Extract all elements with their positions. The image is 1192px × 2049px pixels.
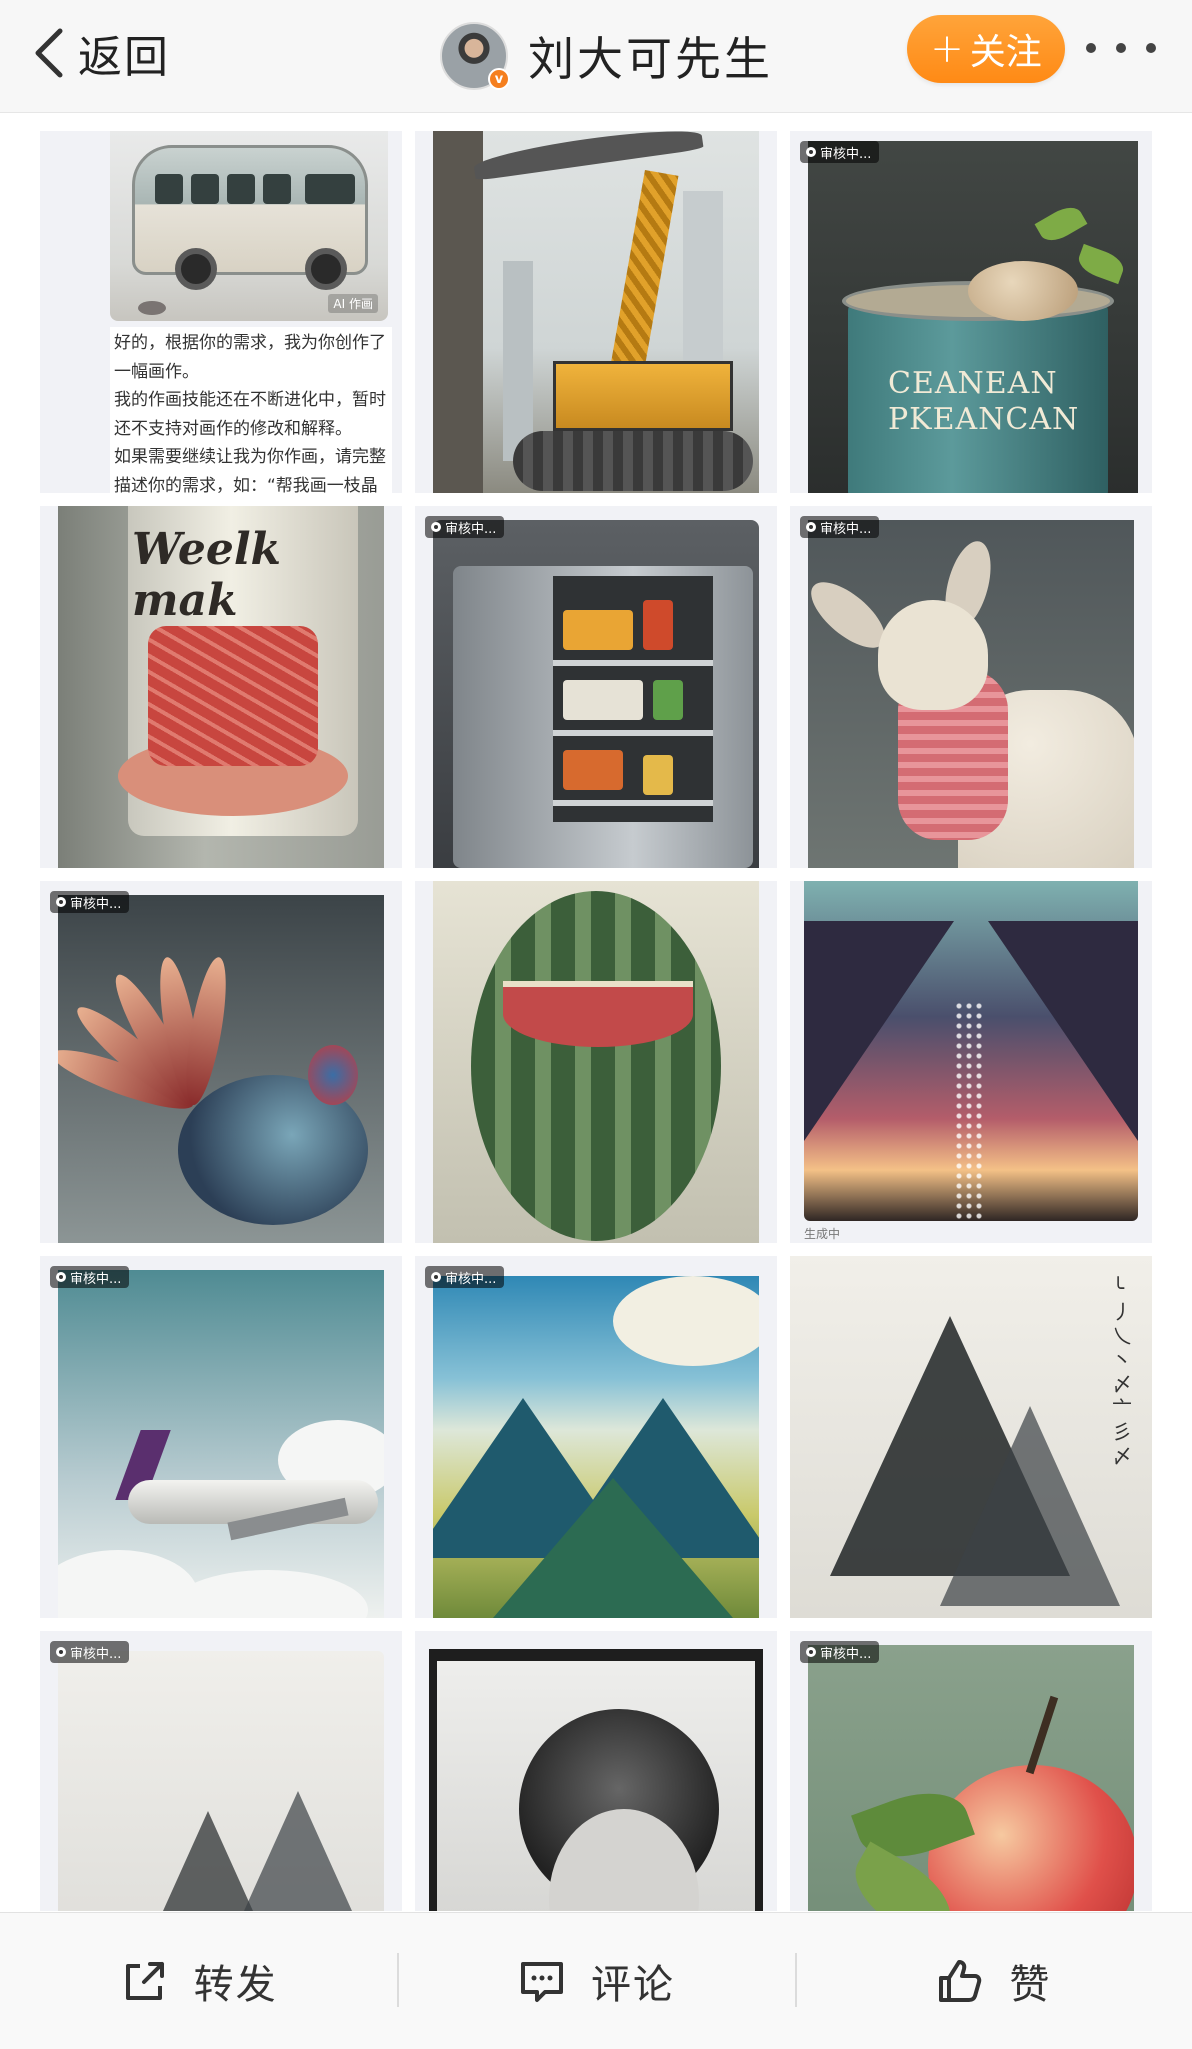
profile-header[interactable]: v 刘大可先生 <box>440 14 773 98</box>
image-tile-llama[interactable]: 审核中... <box>790 506 1152 868</box>
chevron-left-icon <box>35 28 63 78</box>
share-icon <box>125 1962 164 2000</box>
more-dots-icon <box>1086 43 1096 53</box>
image-tile-plane[interactable]: 审核中... <box>40 1256 402 1618</box>
more-dots-icon <box>1116 43 1126 53</box>
pending-review-badge: 审核中... <box>425 1266 505 1288</box>
image-tile-apple[interactable]: 审核中... <box>790 1631 1152 1911</box>
image-tile-ink-painting-2[interactable]: 审核中... <box>40 1631 402 1911</box>
image-tile-turkey[interactable]: 审核中... <box>40 881 402 1243</box>
crane-image <box>433 131 759 493</box>
like-button[interactable]: 赞 <box>794 1913 1192 2049</box>
pending-review-badge: 审核中... <box>50 1266 130 1288</box>
image-tile-fridge[interactable]: 审核中... <box>415 506 777 868</box>
top-nav-bar: 返回 v 刘大可先生 + 关注 <box>0 0 1192 113</box>
reply-line: 一幅画作。 <box>114 361 199 382</box>
reply-line: 我的作画技能还在不断进化中，暂时 <box>114 390 386 410</box>
ink-painting-image-2 <box>58 1651 384 1911</box>
plane-image <box>58 1270 384 1618</box>
clock-icon <box>806 1647 816 1657</box>
clock-icon <box>806 147 816 157</box>
follow-label: 关注 <box>969 32 1042 73</box>
bus-image: AI 作画 <box>110 131 388 321</box>
bus-illustration <box>132 145 368 290</box>
pending-review-badge: 审核中... <box>800 516 880 538</box>
image-tile-meat[interactable]: Weelk mak <box>40 506 402 868</box>
clock-icon <box>431 522 441 532</box>
more-dots-icon <box>1146 43 1156 53</box>
comment-icon <box>520 1962 563 2002</box>
mouse-illustration <box>138 301 166 315</box>
image-tile-can[interactable]: CEANEAN PKEANCAN 审核中... <box>790 131 1152 493</box>
more-options-button[interactable] <box>1086 28 1156 68</box>
pending-review-badge: 审核中... <box>50 891 130 913</box>
image-tile-watermelon[interactable] <box>415 881 777 1243</box>
image-tile-galaxy[interactable]: 生成中 <box>790 881 1152 1243</box>
calligraphy-seal: ╰ 丿乀丶〆亠彡〆 <box>1112 1276 1132 1468</box>
clock-icon <box>56 897 66 907</box>
comment-label: 评论 <box>590 1962 675 2008</box>
bottle-label-text: Weelk mak <box>132 524 282 626</box>
back-button[interactable]: 返回 <box>28 18 170 88</box>
ai-watermark: AI 作画 <box>328 294 378 313</box>
verified-badge-icon: v <box>488 68 510 90</box>
clock-icon <box>806 522 816 532</box>
ink-painting-image: ╰ 丿乀丶〆亠彡〆 <box>790 1256 1152 1618</box>
ai-reply-text: 好的，根据你的需求，我为你创作了 一幅画作。 我的作画技能还在不断进化中，暂时 … <box>110 327 392 493</box>
image-tile-bus[interactable]: AI 作画 好的，根据你的需求，我为你创作了 一幅画作。 我的作画技能还在不断进… <box>40 131 402 493</box>
image-tile-mountains[interactable]: 审核中... <box>415 1256 777 1618</box>
back-label: 返回 <box>78 32 170 83</box>
bottom-action-bar: 转发 评论 赞 <box>0 1912 1192 2049</box>
reply-line: 描述你的需求，如：“帮我画一枝晶莹 <box>114 475 378 494</box>
pending-review-badge: 审核中... <box>50 1641 130 1663</box>
clock-icon <box>431 1272 441 1282</box>
pending-review-badge: 审核中... <box>800 1641 880 1663</box>
can-label-text: CEANEAN PKEANCAN <box>888 366 1080 437</box>
avatar[interactable]: v <box>440 22 510 90</box>
apple-image <box>808 1645 1134 1911</box>
reply-line: 好的，根据你的需求，我为你创作了 <box>114 333 386 353</box>
galaxy-image <box>804 881 1138 1221</box>
clock-icon <box>56 1272 66 1282</box>
image-grid: AI 作画 好的，根据你的需求，我为你创作了 一幅画作。 我的作画技能还在不断进… <box>40 131 1152 1911</box>
reply-line: 还不支持对画作的修改和解释。 <box>114 418 352 439</box>
llama-image <box>808 520 1134 868</box>
image-tile-portrait[interactable] <box>415 1631 777 1911</box>
clock-icon <box>56 1647 66 1657</box>
thumbs-up-icon <box>939 1960 982 2002</box>
share-button[interactable]: 转发 <box>0 1913 397 2049</box>
like-label: 赞 <box>1009 1962 1052 2008</box>
follow-button[interactable]: + 关注 <box>907 15 1065 83</box>
turkey-image <box>58 895 384 1243</box>
can-image: CEANEAN PKEANCAN <box>808 141 1138 493</box>
fridge-image <box>433 520 759 868</box>
mountains-image <box>433 1276 759 1618</box>
meat-image: Weelk mak <box>58 506 384 868</box>
pending-review-badge: 审核中... <box>800 141 880 163</box>
reply-line: 如果需要继续让我为你作画，请完整 <box>114 447 386 467</box>
plus-icon: + <box>930 26 964 72</box>
username[interactable]: 刘大可先生 <box>528 23 773 89</box>
tile-caption: 生成中 <box>804 1227 841 1241</box>
pending-review-badge: 审核中... <box>425 516 505 538</box>
share-label: 转发 <box>193 1962 278 2008</box>
watermelon-image <box>433 881 759 1243</box>
image-tile-crane[interactable] <box>415 131 777 493</box>
image-tile-ink-painting[interactable]: ╰ 丿乀丶〆亠彡〆 <box>790 1256 1152 1618</box>
portrait-image <box>429 1649 763 1911</box>
comment-button[interactable]: 评论 <box>397 1913 794 2049</box>
